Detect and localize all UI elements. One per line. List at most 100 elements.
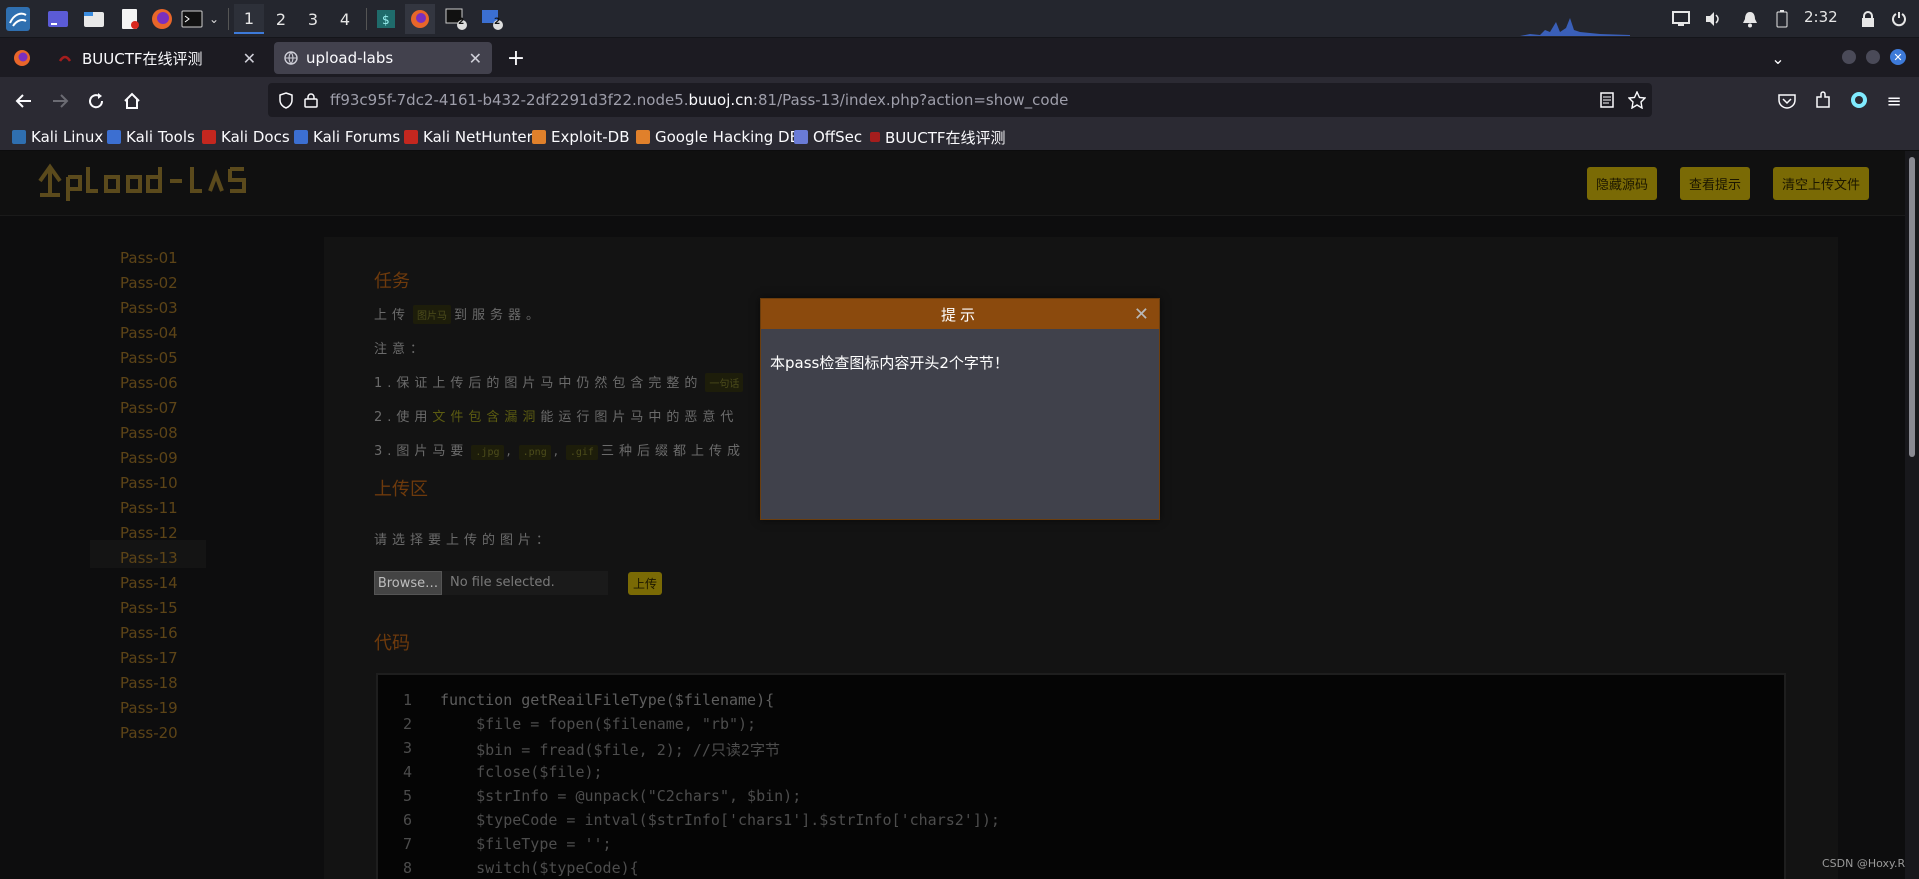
sidebar-item-pass-09[interactable]: Pass-09	[120, 449, 178, 467]
sidebar-item-pass-11[interactable]: Pass-11	[120, 499, 178, 517]
file-input[interactable]: Browse… No file selected.	[374, 571, 608, 595]
sidebar-item-pass-12[interactable]: Pass-12	[120, 524, 178, 542]
minimize-button[interactable]	[1842, 50, 1856, 64]
terminal-icon[interactable]	[180, 4, 204, 34]
file-include-link[interactable]: 文件包含漏洞	[432, 410, 540, 425]
scrollbar-thumb[interactable]	[1909, 157, 1915, 457]
line-number: 3	[402, 739, 412, 757]
window-count-badge: 2	[458, 17, 465, 27]
sidebar-item-pass-08[interactable]: Pass-08	[120, 424, 178, 442]
notification-bell-icon[interactable]	[1740, 4, 1760, 34]
sidebar-item-pass-20[interactable]: Pass-20	[120, 724, 178, 742]
tab-upload-labs[interactable]: upload-labs ✕	[274, 42, 492, 74]
code-line: $strInfo = @unpack("C2chars", $bin);	[440, 787, 802, 805]
kali-docs-favicon-icon	[202, 130, 216, 144]
workspace-4[interactable]: 4	[330, 4, 360, 34]
sidebar-item-pass-16[interactable]: Pass-16	[120, 624, 178, 642]
upload-prompt: 请选择要上传的图片：	[374, 533, 555, 548]
bookmark-kali-forums[interactable]: Kali Forums	[294, 127, 400, 147]
dialog-message: 本pass检查图标内容开头2个字节！	[770, 354, 1009, 372]
maximize-button[interactable]	[1866, 50, 1880, 64]
globe-icon	[284, 51, 298, 65]
workspace-1[interactable]: 1	[234, 4, 264, 34]
upload-button[interactable]: 上传	[628, 572, 662, 595]
close-tab-icon[interactable]: ✕	[243, 49, 256, 68]
workspace-2[interactable]: 2	[266, 4, 296, 34]
clear-uploads-button[interactable]: 清空上传文件	[1773, 167, 1869, 200]
kali-menu-icon[interactable]	[2, 4, 34, 34]
url-bar[interactable]: ff93c95f-7dc2-4161-b432-2df2291d3f22.nod…	[268, 83, 1652, 117]
hide-source-button[interactable]: 隐藏源码	[1587, 167, 1657, 200]
bookmark-kali-linux[interactable]: Kali Linux	[12, 127, 103, 147]
browse-button[interactable]: Browse…	[374, 571, 442, 595]
lock-icon[interactable]	[1858, 4, 1878, 34]
line-number: 1	[402, 691, 412, 709]
bookmark-offsec[interactable]: OffSec	[794, 127, 862, 147]
sidebar-item-pass-06[interactable]: Pass-06	[120, 374, 178, 392]
watermark: CSDN @Hoxy.R	[1822, 857, 1906, 870]
account-icon[interactable]	[1850, 91, 1868, 109]
bookmark-buuctf[interactable]: BUUCTF在线评测	[870, 127, 1006, 147]
lock-icon[interactable]	[304, 92, 318, 108]
sidebar-item-pass-02[interactable]: Pass-02	[120, 274, 178, 292]
app-window-icon[interactable]: $	[373, 4, 399, 34]
kali-tools-favicon-icon	[107, 130, 121, 144]
sidebar-item-pass-14[interactable]: Pass-14	[120, 574, 178, 592]
new-tab-button[interactable]: +	[502, 42, 530, 74]
page-scrollbar[interactable]	[1905, 151, 1919, 879]
site-header: 隐藏源码 查看提示 清空上传文件	[0, 151, 1905, 216]
task-line-1: 上传 图片马 到服务器。	[374, 304, 544, 324]
sidebar-item-pass-15[interactable]: Pass-15	[120, 599, 178, 617]
close-tab-icon[interactable]: ✕	[469, 49, 482, 68]
forward-button[interactable]	[46, 87, 74, 115]
upload-labs-logo	[36, 161, 266, 214]
menu-icon[interactable]: ≡	[1880, 87, 1908, 115]
sidebar-item-pass-19[interactable]: Pass-19	[120, 699, 178, 717]
sidebar-item-pass-01[interactable]: Pass-01	[120, 249, 178, 267]
terminal-window-icon[interactable]: 2	[441, 4, 471, 34]
sidebar-item-pass-03[interactable]: Pass-03	[120, 299, 178, 317]
view-hint-button[interactable]: 查看提示	[1680, 167, 1750, 200]
bookmark-kali-docs[interactable]: Kali Docs	[202, 127, 290, 147]
reader-mode-icon[interactable]	[1600, 92, 1614, 108]
clock[interactable]: 2:32	[1804, 8, 1838, 26]
back-button[interactable]	[10, 87, 38, 115]
extensions-icon[interactable]	[1814, 91, 1832, 109]
list-all-tabs-icon[interactable]: ⌄	[1766, 42, 1790, 74]
bookmark-star-icon[interactable]	[1628, 91, 1646, 109]
firefox-view-icon[interactable]	[8, 42, 36, 74]
firefox-window-icon[interactable]	[405, 4, 435, 34]
sidebar-item-pass-07[interactable]: Pass-07	[120, 399, 178, 417]
sidebar-item-pass-17[interactable]: Pass-17	[120, 649, 178, 667]
tab-buuctf[interactable]: BUUCTF在线评测 ✕	[48, 42, 266, 74]
display-icon[interactable]	[1670, 4, 1692, 34]
text-editor-icon[interactable]	[116, 4, 144, 34]
offsec-favicon-icon	[794, 130, 808, 144]
bookmark-google-hacking-db[interactable]: Google Hacking DB	[636, 127, 800, 147]
file-manager-icon[interactable]	[80, 4, 108, 34]
bookmark-kali-nethunter[interactable]: Kali NetHunter	[404, 127, 533, 147]
power-icon[interactable]	[1888, 4, 1910, 34]
workspace-3[interactable]: 3	[298, 4, 328, 34]
sidebar-item-pass-04[interactable]: Pass-04	[120, 324, 178, 342]
url-text[interactable]: ff93c95f-7dc2-4161-b432-2df2291d3f22.nod…	[330, 91, 1068, 109]
volume-icon[interactable]	[1702, 4, 1724, 34]
home-button[interactable]	[118, 87, 146, 115]
line-number: 2	[402, 715, 412, 733]
show-desktop-icon[interactable]	[44, 4, 72, 34]
sidebar-item-pass-10[interactable]: Pass-10	[120, 474, 178, 492]
sidebar-item-pass-13[interactable]: Pass-13	[120, 549, 178, 567]
close-icon[interactable]: ✕	[1134, 304, 1149, 325]
bookmark-exploit-db[interactable]: Exploit-DB	[532, 127, 630, 147]
reload-button[interactable]	[82, 87, 110, 115]
shield-icon[interactable]	[278, 92, 294, 109]
sidebar-item-pass-05[interactable]: Pass-05	[120, 349, 178, 367]
bookmark-kali-tools[interactable]: Kali Tools	[107, 127, 195, 147]
sidebar-item-pass-18[interactable]: Pass-18	[120, 674, 178, 692]
firefox-icon[interactable]	[148, 4, 176, 34]
pocket-icon[interactable]	[1778, 93, 1796, 109]
chevron-down-icon[interactable]: ⌄	[206, 4, 222, 34]
close-window-button[interactable]: ✕	[1890, 49, 1906, 65]
app-window-icon-2[interactable]: 2	[477, 4, 507, 34]
svg-text:$: $	[382, 13, 390, 27]
